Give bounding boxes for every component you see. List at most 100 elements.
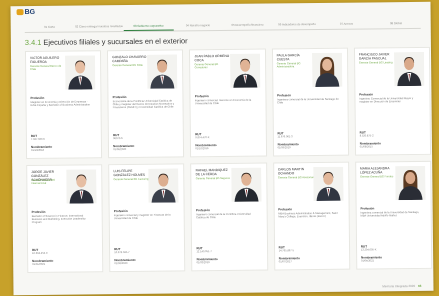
profession-text: Bachelor of Science in Finance, Internat… <box>31 214 86 225</box>
appointment-value: 01/08/2015 <box>359 145 373 149</box>
logo-mark-icon <box>16 9 24 16</box>
tab-resultados[interactable]: 02 Cómo entregar nuestros resultados <box>74 24 124 31</box>
profession-label: Profesión <box>31 209 46 214</box>
section-title: 3.4.1 Ejecutivos filiales y sucursales e… <box>25 36 188 47</box>
executive-card: PAULA GARCÍA CUESTA Gerente General BG Ad… <box>271 47 349 157</box>
tab-indicadores[interactable]: 06 Indicadores de desempeño <box>272 22 322 29</box>
profession-label: Profesión <box>277 93 291 98</box>
executive-card: VICTOR AGUILERO FIGUEROA Gerente General … <box>24 50 103 160</box>
appointment-value: 01/07/2017 <box>278 260 292 264</box>
executive-role: Gerente General BG Seguros <box>195 176 230 181</box>
executive-card: JUAN PABLO ORMENO COCA Gerente General BG… <box>189 48 267 158</box>
executives-grid: VICTOR AGUILERO FIGUEROA Gerente General … <box>24 46 433 279</box>
rut-value: 13.204.605-K <box>360 248 377 252</box>
tab-gobierno-corporativo[interactable]: 03 Gobierno corporativo <box>123 23 174 31</box>
tab-desempeno-financiero[interactable]: 05 Desempeño financiero <box>223 22 273 29</box>
tab-carta[interactable]: 01 Carta <box>25 25 75 32</box>
page-footer: Memoria Integrada 2020 66 <box>382 284 421 288</box>
profession-text: Economista de la Pontificia Universidad … <box>112 99 175 110</box>
page-number: 66 <box>418 283 422 288</box>
brand-logo[interactable]: BG <box>16 9 35 16</box>
rut-value: 06070-6 <box>113 137 123 141</box>
rut-value: 7.027.020-6 <box>30 137 45 142</box>
executive-card: LUIS FELIPE GONZÁLEZ HOLMES Gerente Gener… <box>108 163 186 273</box>
profession-text: Magíster en Economía y Dirección de Empr… <box>30 100 91 108</box>
profession-text: Ingeniero comercial y magíster en Finanz… <box>113 213 171 221</box>
executive-role: Gerente General BG Administradora <box>276 62 301 69</box>
executive-card: CARLOS MARTIN OCHANDO Gerente General BG … <box>272 161 351 271</box>
appointment-value: 01/09/2019 <box>277 146 291 150</box>
profession-label: Profesión <box>113 208 128 214</box>
profession-text: Ingeniero comercial de la Pontificia Uni… <box>196 212 251 220</box>
executive-role: Gerente General BG Asesorías <box>277 176 314 180</box>
executive-card: RAFAEL MANRIQUEZ DE LA CERDA Gerente Gene… <box>190 162 268 272</box>
executive-photo <box>395 165 426 201</box>
executive-card: JORGE JAVIER GONZÁLEZ SCHÖNHERR Gerente G… <box>26 164 104 274</box>
executive-name: CARLOS MARTIN OCHANDO <box>277 167 305 176</box>
appointment-value: 01/09/2020 <box>114 261 128 266</box>
tab-negocio[interactable]: 04 Nuestro negocio <box>173 23 223 30</box>
executive-role: Gerente General Banco de Chile <box>30 64 62 72</box>
profession-text: Ingeniera comercial de la Universidad de… <box>360 210 420 218</box>
executive-photo <box>65 55 96 90</box>
profession-label: Profesión <box>30 95 45 101</box>
executive-card: MARIA ALEJANDRA LÓPEZ ACUÑA Gerente Gener… <box>354 160 433 270</box>
profession-label: Profesión <box>278 207 293 212</box>
rut-value: 8.520.875-2 <box>359 134 374 138</box>
profession-label: Profesión <box>112 94 127 100</box>
report-page: BG 01 Carta 02 Cómo entregar nuestros re… <box>10 1 434 296</box>
profession-text: Ingeniera comercial de la Universidad de… <box>277 97 339 105</box>
executive-card: GONZALO CHAVARRO CAMPAÑA Gerente General … <box>107 49 185 159</box>
executive-photo <box>148 168 179 203</box>
rut-value: 14.765.897-5 <box>278 249 294 253</box>
rut-value: 11.676.061-3 <box>277 135 293 139</box>
executive-photo <box>229 53 260 88</box>
executive-role: Gerente General BG Leasing <box>358 61 393 65</box>
executive-name: PAULA GARCÍA CUESTA <box>276 53 300 62</box>
appointment-value: 01/04/2021 <box>360 259 374 263</box>
executive-name: LUIS FELIPE GONZÁLEZ HOLMES <box>113 168 146 178</box>
executive-role: Gerente General BG Factoring <box>113 177 149 182</box>
executives-row: JORGE JAVIER GONZÁLEZ SCHÖNHERR Gerente G… <box>26 160 433 274</box>
tab-global[interactable]: 08 Global <box>371 21 421 28</box>
executive-name: MARIA ALEJANDRA LÓPEZ ACUÑA <box>360 166 390 175</box>
executive-name: VICTOR AGUILERO FIGUEROA <box>30 55 60 65</box>
rut-value: 12.140.051-7 <box>196 250 212 254</box>
executive-role: Gerente General BG Internacional <box>31 178 56 186</box>
rut-value: 10.304.452-9 <box>32 251 48 255</box>
executive-photo <box>311 52 343 88</box>
executive-name: FRANCISCO JAVIER GARCÍA PASCUAL <box>358 52 390 61</box>
executives-row: VICTOR AGUILERO FIGUEROA Gerente General … <box>24 46 432 160</box>
appointment-value: 01/01/2021 <box>32 262 46 266</box>
executive-name: GONZALO CHAVARRO CAMPAÑA <box>112 54 147 64</box>
executive-photo <box>230 167 262 202</box>
profession-label: Profesión <box>196 208 210 213</box>
profession-label: Profesión <box>194 94 209 99</box>
executive-photo <box>313 166 344 202</box>
profession-text: Ingeniero Comercial de la Universidad Ma… <box>359 96 414 104</box>
executive-photo <box>66 169 97 204</box>
appointment-value: 01/10/2016 <box>195 147 209 151</box>
appointment-value: 01/06/2020 <box>113 148 127 152</box>
executive-role: Gerente General BG Chile <box>112 63 143 68</box>
executive-photo <box>147 54 178 89</box>
footer-report: Memoria Integrada 2020 <box>382 283 416 289</box>
appointment-value: 01/10/2018 <box>30 148 45 153</box>
appointment-value: 01/03/2019 <box>196 261 210 265</box>
tab-anexos[interactable]: 07 Anexos <box>322 21 372 28</box>
executive-photo <box>394 51 425 87</box>
executive-card: FRANCISCO JAVIER GARCÍA PASCUAL Gerente G… <box>353 46 432 156</box>
rut-value: 9.874.470-K <box>195 136 210 140</box>
executive-role: Gerente General BG Corredores <box>194 63 219 70</box>
executive-name: RAFAEL MANRIQUEZ DE LA CERDA <box>195 167 228 177</box>
rut-value: 10.979.345-7 <box>114 250 130 255</box>
profession-label: Profesión <box>359 92 374 97</box>
chapter-nav: 01 Carta 02 Cómo entregar nuestros resul… <box>24 19 421 34</box>
executive-name: JUAN PABLO ORMENO COCA <box>194 53 230 63</box>
profession-text: Ingeniero comercial, mención en Economía… <box>194 98 252 106</box>
section-number: 3.4.1 <box>24 37 42 48</box>
section-heading: Ejecutivos filiales y sucursales en el e… <box>43 36 188 47</box>
executive-role: Gerente General BG Fondos <box>360 175 394 179</box>
profession-label: Profesión <box>360 206 375 211</box>
profession-text: MBA Business Administration & Management… <box>278 211 338 219</box>
